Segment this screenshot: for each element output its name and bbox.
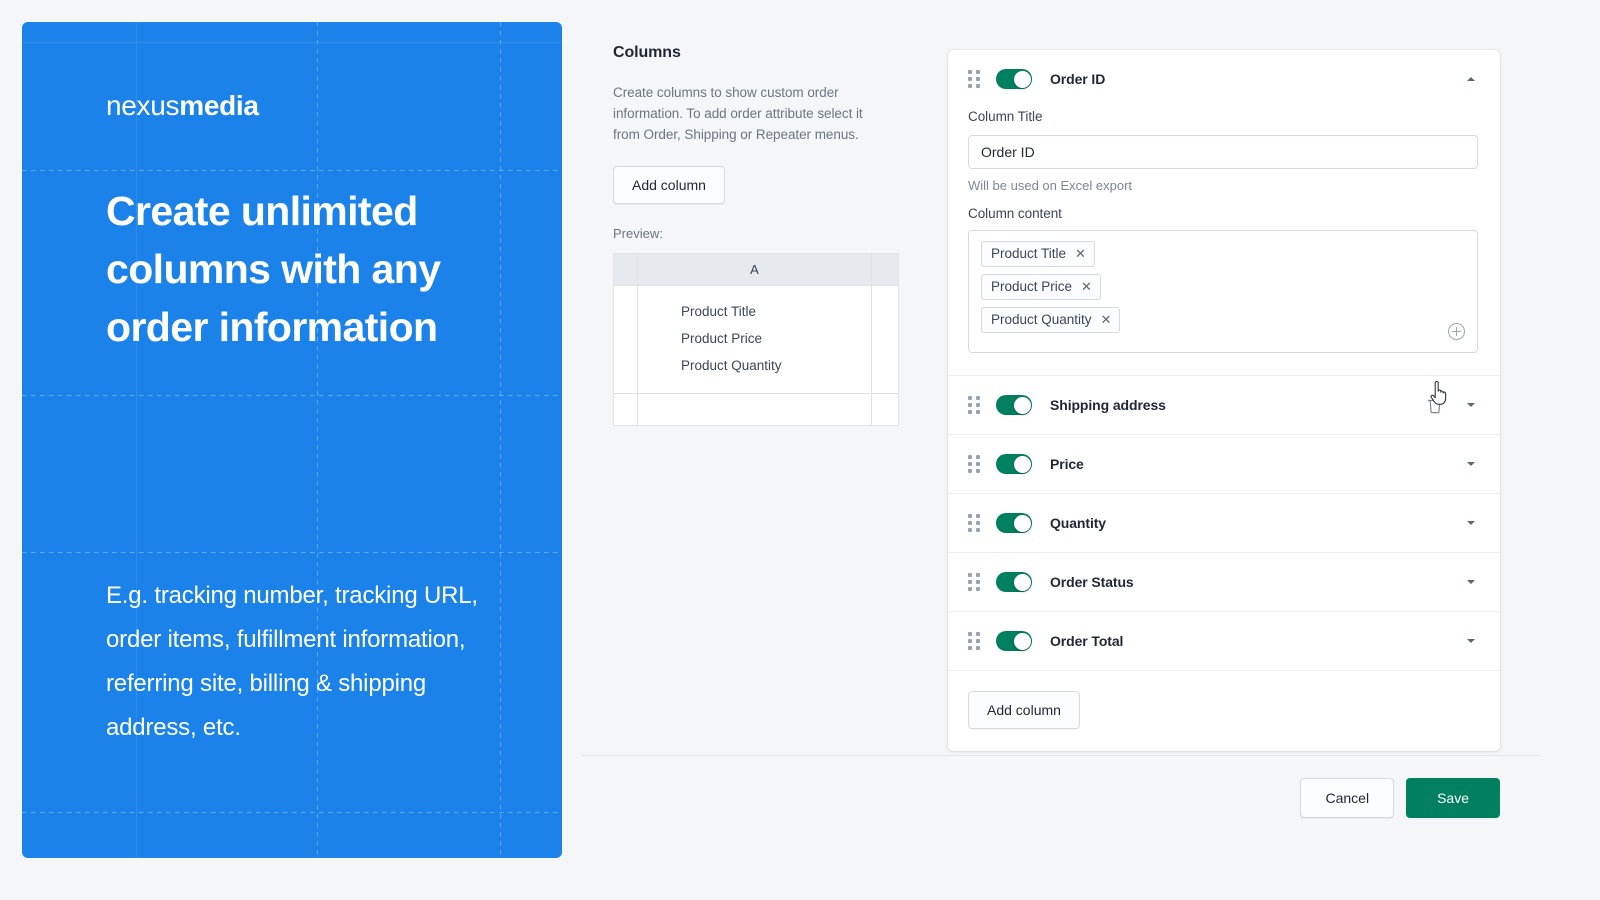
- column-card-header[interactable]: Order Status: [948, 553, 1500, 611]
- plus-circle-icon[interactable]: [1448, 323, 1465, 340]
- column-card-header[interactable]: Quantity: [948, 494, 1500, 552]
- column-card-title: Order Total: [1050, 633, 1124, 649]
- preview-table-empty-row: [614, 392, 898, 425]
- preview-label: Preview:: [613, 225, 663, 241]
- column-list-panel: Order ID Column Title Will be used on Ex…: [948, 50, 1500, 751]
- save-button[interactable]: Save: [1406, 778, 1500, 818]
- column-enable-toggle[interactable]: [996, 395, 1032, 415]
- content-tag[interactable]: Product Title ✕: [981, 241, 1095, 267]
- columns-info-panel: Columns Create columns to show custom or…: [613, 44, 913, 426]
- column-list-footer: Add column: [948, 671, 1500, 751]
- footer-divider: [582, 755, 1540, 756]
- preview-table-empty-cell: [638, 393, 872, 425]
- preview-table-tail-cell: [872, 394, 898, 425]
- cancel-button[interactable]: Cancel: [1300, 778, 1395, 818]
- chevron-down-icon[interactable]: [1464, 634, 1478, 648]
- columns-description: Create columns to show custom order info…: [613, 85, 863, 143]
- preview-table-tail-cell: [872, 254, 898, 285]
- promo-panel: nexusmedia Create unlimited columns with…: [22, 22, 562, 858]
- chevron-up-icon[interactable]: [1464, 72, 1478, 86]
- column-content-tagbox[interactable]: Product Title ✕ Product Price ✕ Product Qu…: [968, 230, 1478, 353]
- promo-subtext: E.g. tracking number, tracking URL, orde…: [106, 582, 478, 741]
- column-card-shipping-address: Shipping address: [948, 376, 1500, 435]
- delete-column-icon[interactable]: [1426, 396, 1444, 415]
- column-card-price: Price: [948, 435, 1500, 494]
- column-title-input[interactable]: [968, 135, 1478, 169]
- column-card-title: Order Status: [1050, 574, 1134, 590]
- content-tag-label: Product Price: [991, 279, 1073, 294]
- drag-handle-icon[interactable]: [968, 455, 982, 473]
- preview-table-row-gutter: [614, 393, 638, 425]
- preview-table-cell: Product Title Product Price Product Quan…: [638, 285, 872, 393]
- column-title-label: Column Title: [968, 109, 1043, 124]
- preview-table-corner-cell: [614, 253, 638, 285]
- chevron-down-icon[interactable]: [1464, 516, 1478, 530]
- column-enable-toggle[interactable]: [996, 454, 1032, 474]
- drag-handle-icon[interactable]: [968, 573, 982, 591]
- drag-handle-icon[interactable]: [968, 632, 982, 650]
- column-card-header[interactable]: Shipping address: [948, 376, 1500, 434]
- preview-table-content-row: Product Title Product Price Product Quan…: [614, 284, 898, 393]
- column-card-order-id: Order ID Column Title Will be used on Ex…: [948, 50, 1500, 376]
- column-content-label: Column content: [968, 206, 1062, 221]
- drag-handle-icon[interactable]: [968, 70, 982, 88]
- add-column-button-top[interactable]: Add column: [613, 165, 725, 204]
- content-tag[interactable]: Product Quantity ✕: [981, 307, 1121, 333]
- column-enable-toggle[interactable]: [996, 69, 1032, 89]
- content-tag[interactable]: Product Price ✕: [981, 274, 1101, 300]
- promo-headline: Create unlimited columns with any order …: [106, 188, 441, 351]
- column-card-body: Column Title Will be used on Excel expor…: [948, 108, 1500, 375]
- remove-tag-icon[interactable]: ✕: [1075, 247, 1086, 260]
- preview-table-header-row: A: [614, 252, 898, 285]
- add-column-button-bottom[interactable]: Add column: [968, 691, 1080, 729]
- brand-logo: nexusmedia: [106, 92, 516, 120]
- column-card-order-total: Order Total: [948, 612, 1500, 671]
- column-card-title: Order ID: [1050, 71, 1106, 87]
- column-card-title: Shipping address: [1050, 397, 1166, 413]
- column-card-title: Price: [1050, 456, 1084, 472]
- column-card-header[interactable]: Order ID: [948, 50, 1500, 108]
- column-title-hint: Will be used on Excel export: [968, 178, 1133, 193]
- app-root: nexusmedia Create unlimited columns with…: [0, 0, 1600, 900]
- content-tag-label: Product Quantity: [991, 312, 1092, 327]
- preview-table-column-header: A: [638, 253, 872, 285]
- brand-logo-thin: nexus: [106, 90, 180, 121]
- brand-logo-bold: media: [179, 90, 259, 121]
- remove-tag-icon[interactable]: ✕: [1081, 280, 1092, 293]
- preview-cell-line: Product Quantity: [681, 357, 782, 373]
- column-card-quantity: Quantity: [948, 494, 1500, 553]
- column-card-title: Quantity: [1050, 515, 1106, 531]
- chevron-down-icon[interactable]: [1464, 457, 1478, 471]
- drag-handle-icon[interactable]: [968, 514, 982, 532]
- column-card-header[interactable]: Price: [948, 435, 1500, 493]
- column-card-header[interactable]: Order Total: [948, 612, 1500, 670]
- chevron-down-icon[interactable]: [1464, 575, 1478, 589]
- page-title: Columns: [613, 44, 681, 61]
- preview-table: A Product Title Product Price Product Qu…: [613, 252, 899, 426]
- remove-tag-icon[interactable]: ✕: [1101, 313, 1112, 326]
- drag-handle-icon[interactable]: [968, 396, 982, 414]
- column-enable-toggle[interactable]: [996, 513, 1032, 533]
- column-card-order-status: Order Status: [948, 553, 1500, 612]
- preview-table-row-gutter: [614, 285, 638, 393]
- preview-cell-line: Product Price: [681, 330, 763, 346]
- column-enable-toggle[interactable]: [996, 572, 1032, 592]
- preview-cell-line: Product Title: [681, 303, 757, 319]
- footer-actions: Cancel Save: [1300, 778, 1500, 818]
- chevron-down-icon[interactable]: [1464, 398, 1478, 412]
- content-tag-label: Product Title: [991, 246, 1067, 261]
- column-enable-toggle[interactable]: [996, 631, 1032, 651]
- preview-table-tail-cell: [872, 286, 898, 393]
